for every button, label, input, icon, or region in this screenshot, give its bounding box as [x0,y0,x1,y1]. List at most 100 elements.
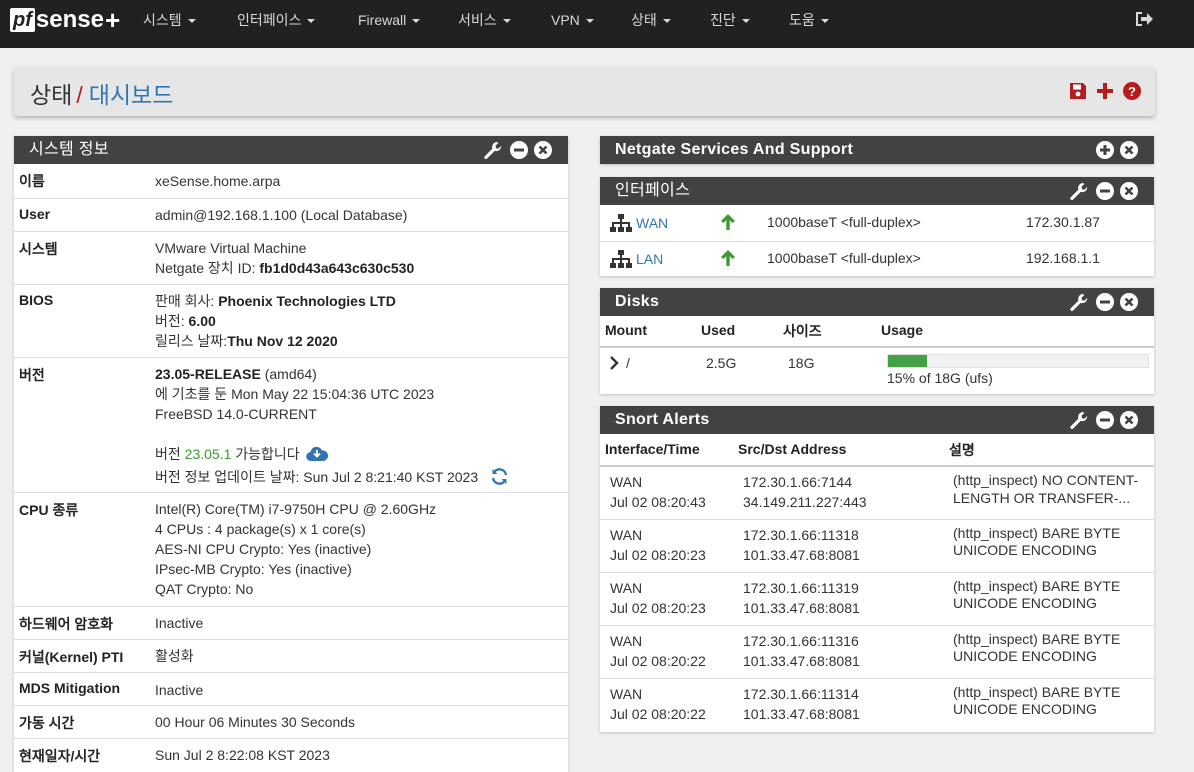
ipsec-mb-status: IPsec-MB Crypto: Yes (inactive) [155,561,352,577]
close-circle-icon[interactable] [1120,141,1138,159]
row-divider [600,572,1154,573]
save-icon[interactable] [1069,82,1087,100]
interface-ip: 192.168.1.1 [1026,250,1100,266]
wrench-icon[interactable] [484,141,504,159]
chevron-right-icon[interactable] [609,356,619,373]
minus-circle-icon[interactable] [1096,411,1114,429]
col-header-size: 사이즈 [783,323,822,339]
netgate-services-widget: Netgate Services And Support [600,136,1154,164]
logo-sense: sense [35,6,104,33]
sysinfo-row-uptime: 가동 시간 00 Hour 06 Minutes 30 Seconds [14,705,568,738]
plus-circle-icon[interactable] [1096,141,1114,159]
datetime-value: Sun Jul 2 8:22:08 KST 2023 [155,747,330,763]
cpu-count: 4 CPUs : 4 package(s) x 1 core(s) [155,521,366,537]
refresh-icon[interactable] [490,467,509,491]
add-widget-plus-icon[interactable] [1096,82,1114,100]
logo-pf: pf [10,8,35,32]
sysinfo-row-system: 시스템 VMware Virtual Machine Netgate 장치 ID… [14,231,568,284]
wrench-icon[interactable] [1070,182,1090,200]
caret-down-icon [741,19,750,24]
nav-menu-firewall[interactable]: Firewall [358,10,421,30]
bios-vendor-line: 판매 회사: Phoenix Technologies LTD [155,291,396,311]
page-title: 상태 / 대시보드 [30,76,173,110]
sysinfo-row-cpu: CPU 종류 Intel(R) Core(TM) i7-9750H CPU @ … [14,492,568,606]
disk-usage-progress-bar [887,354,1149,368]
breadcrumb-current-link[interactable]: 대시보드 [89,82,174,108]
alert-dst: 101.33.47.68:8081 [743,600,860,616]
nav-label: VPN [551,12,580,28]
nav-label: 도움 [789,12,815,28]
wrench-icon[interactable] [1070,293,1090,311]
device-id-label: Netgate 장치 ID: [155,260,260,276]
help-icon[interactable]: ? [1123,82,1141,100]
logo-plus: + [104,5,121,35]
alert-interface: WAN [610,527,643,543]
top-navbar: pf sense + 시스템 인터페이스 Firewall 서비스 VPN 상태… [0,0,1194,48]
release-line: 23.05-RELEASE (amd64) [155,364,509,384]
release-arch: (amd64) [260,366,317,382]
alert-interface: WAN [610,686,643,702]
bios-version-line: 버전: 6.00 [155,311,396,331]
disks-widget: Disks Mount Used 사이즈 Usage / 2.5G 18G 15… [600,288,1154,394]
nav-menu-diagnostics[interactable]: 진단 [710,10,750,30]
nav-label: 인터페이스 [237,12,302,28]
alert-desc: UNICODE ENCODING [953,542,1097,558]
row-label: 현재일자/시간 [19,748,101,764]
interface-media: 1000baseT <full-duplex> [767,214,921,230]
nav-menu-interfaces[interactable]: 인터페이스 [237,10,316,30]
minus-circle-icon[interactable] [1096,182,1114,200]
alert-time: Jul 02 08:20:43 [610,494,706,510]
bios-release-line: 릴리스 날짜:Thu Nov 12 2020 [155,331,396,351]
minus-circle-icon[interactable] [510,141,528,159]
close-circle-icon[interactable] [1120,182,1138,200]
caret-down-icon [412,19,421,24]
network-icon [610,250,632,271]
sysinfo-row-mds: MDS Mitigation Inactive [14,672,568,705]
row-label: 하드웨어 암호화 [19,616,114,632]
bios-version-value: 6.00 [188,313,216,329]
nav-menu-vpn[interactable]: VPN [551,10,594,30]
alert-dst: 34.149.211.227:443 [743,494,867,510]
sysinfo-row-datetime: 현재일자/시간 Sun Jul 2 8:22:08 KST 2023 [14,738,568,772]
snort-alerts-widget: Snort Alerts Interface/Time Src/Dst Addr… [600,406,1154,732]
cloud-download-icon[interactable] [305,445,328,467]
minus-circle-icon[interactable] [1096,293,1114,311]
alert-interface: WAN [610,633,643,649]
nav-menu-status[interactable]: 상태 [631,10,671,30]
alert-src: 172.30.1.66:11314 [743,686,859,702]
caret-down-icon [187,19,196,24]
caret-down-icon [307,19,316,24]
widget-title: 인터페이스 [615,182,691,199]
system-info-widget: 시스템 정보 이름 xeSense.home.arpa User admin@1… [14,136,568,772]
bios-vendor-value: Phoenix Technologies LTD [218,293,396,309]
interface-name-link[interactable]: LAN [636,251,663,267]
widget-header: Snort Alerts [600,406,1154,434]
nav-menu-system[interactable]: 시스템 [143,10,196,30]
close-circle-icon[interactable] [1120,411,1138,429]
close-circle-icon[interactable] [534,141,552,159]
widget-header: 인터페이스 [600,177,1154,205]
col-header-src-dst: Src/Dst Address [738,441,847,457]
alert-desc: UNICODE ENCODING [953,701,1097,717]
nav-label: 시스템 [143,12,182,28]
alert-desc: LENGTH OR TRANSFER-... [953,490,1131,506]
interface-name-link[interactable]: WAN [636,215,668,231]
update-available-line: 버전 23.05.1 가능합니다 [155,444,509,467]
header-divider [600,346,1154,348]
alert-src: 172.30.1.66:11318 [743,527,859,543]
logout-icon[interactable] [1134,10,1156,30]
nav-menu-help[interactable]: 도움 [789,10,829,30]
row-divider [600,519,1154,520]
sysinfo-row-hw-crypto: 하드웨어 암호화 Inactive [14,606,568,639]
caret-down-icon [585,19,594,24]
update-version-link[interactable]: 23.05.1 [185,446,232,462]
header-divider [600,465,1154,467]
alert-desc: UNICODE ENCODING [953,648,1097,664]
wrench-icon[interactable] [1070,411,1090,429]
disk-size: 18G [788,355,815,371]
close-circle-icon[interactable] [1120,293,1138,311]
network-icon [610,214,632,235]
bios-vendor-label: 판매 회사: [155,293,219,309]
nav-menu-services[interactable]: 서비스 [458,10,511,30]
pfsense-logo[interactable]: pf sense + [10,7,120,33]
